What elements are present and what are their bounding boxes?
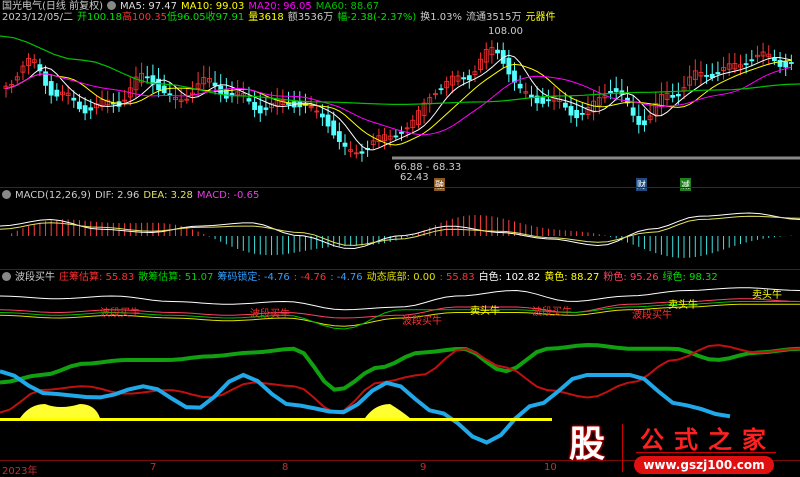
indicator-value: 筹码锁定: -4.76: [217, 272, 290, 283]
ma5-line: [5, 54, 792, 151]
candle-body: [642, 120, 647, 126]
indicator-value: : 55.83: [439, 272, 475, 283]
indicator-value: : -4.76: [293, 272, 327, 283]
candle-body: [359, 151, 365, 154]
macd-header: MACD(12,26,9) DIF: 2.96 DEA: 3.28 MACD: -0.…: [2, 190, 263, 202]
buy-label: 波段买牛: [532, 307, 572, 318]
buy-label: 波段买牛: [250, 309, 290, 320]
event-tag-reduce[interactable]: 减: [680, 178, 692, 191]
candle-body: [675, 93, 681, 97]
dropdown-icon[interactable]: [2, 190, 11, 199]
candle-body: [263, 107, 269, 110]
candle-body: [574, 109, 580, 119]
candle-body: [88, 107, 94, 111]
low-marker: 62.43: [400, 172, 429, 183]
indicator-value: 白色: 102.82: [478, 272, 541, 283]
candle-body: [788, 62, 794, 64]
macd-title: MACD(12,26,9): [15, 190, 91, 201]
candle-body: [636, 116, 642, 125]
candle-body: [252, 102, 258, 110]
candle-body: [48, 81, 54, 96]
candle-body: [54, 89, 60, 97]
macd-dea: DEA: 3.28: [143, 190, 193, 201]
candle-body: [212, 82, 218, 87]
yellow-blob: [365, 404, 410, 418]
macd-dif: DIF: 2.96: [94, 190, 140, 201]
axis-label: 2023年: [2, 466, 38, 477]
buy-label: 波段买牛: [100, 308, 140, 319]
axis-label: 10: [544, 462, 557, 473]
panel-divider: [0, 187, 800, 188]
high-marker: 108.00: [488, 26, 523, 37]
event-tag-finance[interactable]: 财: [636, 178, 648, 191]
candle-body: [257, 105, 263, 114]
candle-body: [512, 70, 517, 83]
chart-canvas[interactable]: [0, 0, 800, 477]
watermark-char: 股: [568, 424, 605, 465]
dropdown-icon[interactable]: [2, 272, 11, 281]
candle-body: [540, 97, 546, 104]
ma10-line: [5, 59, 792, 146]
indicator-value: 散筹估算: 51.07: [138, 272, 214, 283]
candle-body: [393, 135, 399, 138]
buy-label: 波段买牛: [402, 316, 442, 327]
candle-body: [461, 77, 467, 80]
indicator-value: 黄色: 88.27: [544, 272, 600, 283]
axis-label: 9: [420, 462, 427, 473]
candle-body: [613, 88, 619, 92]
candle-body: [743, 63, 749, 66]
indicator-title: 波段买牛: [15, 272, 55, 283]
candle-body: [144, 76, 150, 79]
candle-body: [167, 93, 173, 96]
panel-divider: [0, 269, 800, 270]
candle-body: [77, 101, 82, 110]
candle-body: [438, 88, 444, 91]
candle-body: [319, 113, 325, 118]
candle-body: [704, 74, 709, 77]
indicator-value: : -4.76: [330, 272, 363, 283]
candle-body: [517, 83, 523, 89]
buy-label: 波段买牛: [632, 310, 672, 321]
candle-body: [495, 49, 500, 54]
watermark-logo: 股 公式之家 www.gszj100.com: [556, 420, 796, 476]
candle-body: [546, 99, 551, 102]
candle-body: [783, 61, 789, 68]
axis-label: 7: [150, 462, 157, 473]
candle-body: [71, 97, 77, 101]
dif-line: [0, 212, 800, 250]
candle-body: [749, 59, 755, 62]
candle-body: [562, 102, 568, 108]
candle-body: [466, 75, 472, 81]
bottom-bar: [0, 418, 552, 421]
watermark-url: www.gszj100.com: [634, 456, 774, 474]
candle-body: [399, 131, 404, 134]
indicator-value: 绿色: 98.32: [662, 272, 718, 283]
macd-value: MACD: -0.65: [196, 190, 260, 201]
indicator-header: 波段买牛 庄筹估算: 55.83 散筹估算: 51.07 筹码锁定: -4.76: -…: [2, 272, 722, 284]
indicator-value: 庄筹估算: 55.83: [59, 272, 135, 283]
candle-body: [336, 131, 342, 142]
green-line: [0, 342, 800, 392]
watermark-name: 公式之家: [640, 425, 776, 454]
candle-body: [342, 142, 348, 147]
candle-body: [246, 98, 252, 102]
candle-body: [579, 113, 585, 115]
sell-label: 卖头牛: [470, 306, 500, 317]
indicator-value: 动态底部: 0.00: [366, 272, 436, 283]
candle-body: [331, 120, 337, 136]
candle-body: [715, 72, 721, 75]
candle-body: [670, 94, 676, 98]
candle-body: [568, 106, 574, 116]
event-tag-margin[interactable]: 融: [434, 178, 446, 191]
axis-label: 8: [282, 462, 289, 473]
sell-label: 卖头牛: [752, 290, 782, 301]
candle-body: [630, 107, 636, 116]
candle-body: [772, 58, 777, 62]
candle-body: [325, 114, 331, 127]
yellow-blob: [20, 404, 100, 418]
indicator-value: 粉色: 95.26: [603, 272, 659, 283]
candle-body: [82, 105, 88, 114]
sell-label: 卖头牛: [668, 300, 698, 311]
